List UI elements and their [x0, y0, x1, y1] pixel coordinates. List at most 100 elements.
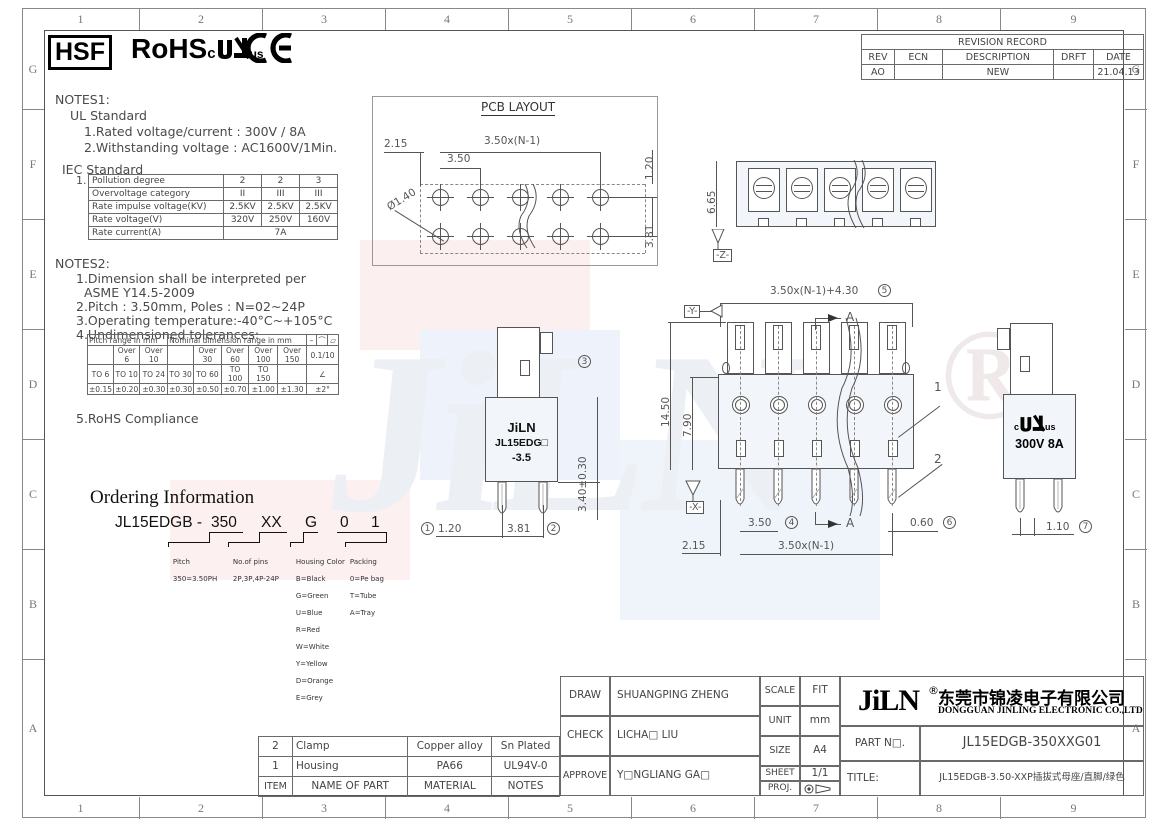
table-row: TO 6 TO 10 TO 24 TO 30 TO 60 TO 100 TO 1… [87, 364, 339, 384]
ext-line [558, 482, 600, 483]
zone-bottom-3: 3 [263, 797, 386, 819]
table-row: REVISION RECORD [861, 34, 1144, 50]
tol-sub: Over 100 [248, 345, 279, 365]
tol-sub2: TO 6 [87, 364, 114, 384]
dim-line [652, 150, 653, 184]
ul-logo-icon [217, 36, 251, 60]
ordering-leader [228, 542, 229, 547]
dim-line [1012, 534, 1074, 535]
screw-head-icon [905, 177, 927, 199]
tol-sub: Over 6 [112, 345, 141, 365]
pcb-layout-title: PCB LAYOUT [481, 100, 556, 116]
main-dim-0-60: 0.60 [910, 517, 934, 529]
iec-cell: 3 [299, 174, 338, 188]
ul-c-label: c [207, 45, 216, 62]
tol-val: ±0.70 [220, 383, 250, 395]
zone-bottom-5: 5 [509, 797, 632, 819]
revision-title: REVISION RECORD [861, 34, 1144, 50]
table-row: REV ECN DESCRIPTION DRFT DATE [861, 49, 1145, 65]
tol-sub2: TO 24 [139, 364, 169, 384]
tol-sub2: TO 150 [248, 364, 279, 384]
zone-left-B: B [22, 550, 44, 660]
iec-cell: 160V [299, 213, 338, 227]
datum-triangle-icon [685, 480, 701, 501]
ce-icon [245, 32, 292, 64]
table-row: ITEM NAME OF PART MATERIAL NOTES [258, 776, 560, 797]
main-side-hole [722, 362, 730, 374]
dim-line [597, 397, 598, 520]
legend-line: Y=Yellow [295, 659, 328, 668]
iec-cell: III [299, 187, 338, 201]
table-row: AO NEW 21.04.13 [861, 64, 1145, 80]
dim-bubble-1: 1 [421, 522, 434, 535]
ul-detail-slot [1020, 356, 1030, 372]
ul-detail-top [1010, 323, 1053, 396]
bom-name: Housing [291, 756, 409, 777]
approve-label: APPROVE [560, 756, 610, 796]
revision-cell-date: 21.04.13 [1092, 64, 1145, 80]
zone-bottom-4: 4 [386, 797, 509, 819]
revision-record-table: REVISION RECORD REV ECN DESCRIPTION DRFT… [861, 34, 1145, 80]
bom-item: 2 [258, 736, 293, 757]
company-name-en: DONGGUAN JINLING ELECTRONIC CO.,LTD [938, 706, 1143, 716]
legend-line: 0=Pe bag [349, 574, 384, 583]
ordering-leader [209, 532, 210, 542]
tol-right-top: 0.1/10 [306, 345, 339, 365]
arrow-icon [828, 314, 838, 322]
tol-sub [87, 345, 114, 365]
revision-header: ECN [893, 49, 943, 65]
centerline [892, 326, 893, 506]
zone-right-D: D [1125, 330, 1147, 440]
partno-value: JL15EDGB-350XXG01 [920, 726, 1144, 761]
table-row: Rate voltage(V) 320V 250V 160V [88, 213, 338, 227]
bom-notes: UL94V-0 [491, 756, 560, 777]
iec-row-label: Rate voltage(V) [88, 213, 224, 227]
revision-cell-description: NEW [941, 64, 1055, 80]
zone-bottom-6: 6 [632, 797, 755, 819]
ordering-legend-packing: Packing 0=Pe bag T=Tube A=Tray [341, 549, 384, 626]
zone-left-F: F [22, 110, 44, 220]
tol-val: ±1.00 [248, 383, 279, 395]
legend-line: E=Grey [295, 693, 323, 702]
check-label: CHECK [560, 716, 610, 756]
table-row: Rate current(A) 7A [88, 226, 338, 240]
main-hole-inner [773, 399, 785, 411]
ordering-legend-pins: No.of pins 2P,3P,4P-24P [224, 549, 279, 592]
zone-top-1: 1 [22, 8, 140, 30]
hsf-mark: HSF [48, 35, 112, 70]
title-value: JL15EDGB-3.50-XXP插拔式母座/直脚/绿色 [920, 761, 1144, 796]
zone-top-5: 5 [509, 8, 632, 30]
approve-value: Y□NGLIANG GA□ [610, 756, 760, 796]
tol-sub2: TO 60 [193, 364, 222, 384]
ce-mark [245, 32, 294, 70]
table-row: Rate impulse voltage(KV) 2.5KV 2.5KV 2.5… [88, 200, 338, 214]
proj-symbol [800, 781, 840, 796]
tol-sub2: TO 10 [112, 364, 141, 384]
dim-bubble-4: 4 [785, 516, 798, 529]
iec-cell: 2 [261, 174, 300, 188]
ordering-underline-color [303, 532, 318, 533]
iec-cell: 7A [223, 226, 338, 240]
iec-row-label: Pollution degree [88, 174, 224, 188]
main-clamp [812, 440, 822, 457]
pcb-hole-crosshair [440, 223, 441, 250]
main-dim-top: 3.50x(N-1)+4.30 [770, 285, 859, 297]
part-detail-tab [540, 332, 553, 354]
pcb-dim-1-20: 1.20 [644, 156, 656, 180]
sheet-label: SHEET [760, 766, 800, 781]
screw-slot [794, 191, 810, 192]
dim-bubble-6: 6 [943, 516, 956, 529]
ul-us-label: us [1045, 422, 1056, 432]
title-label: TITLE: [840, 761, 920, 796]
legend-title: Pitch [172, 557, 190, 566]
notes1-heading: NOTES1: [55, 92, 110, 107]
ordering-leader [386, 532, 387, 542]
screw-slot [908, 185, 924, 186]
ordering-underline-pins [259, 532, 287, 533]
tol-val: ±1.30 [277, 383, 307, 395]
notes1-iec-index: 1. [76, 174, 87, 187]
main-side-hole [902, 362, 910, 374]
iec-row-label: Rate impulse voltage(KV) [88, 200, 224, 214]
dim-line [740, 531, 778, 532]
ext-line [609, 197, 657, 198]
